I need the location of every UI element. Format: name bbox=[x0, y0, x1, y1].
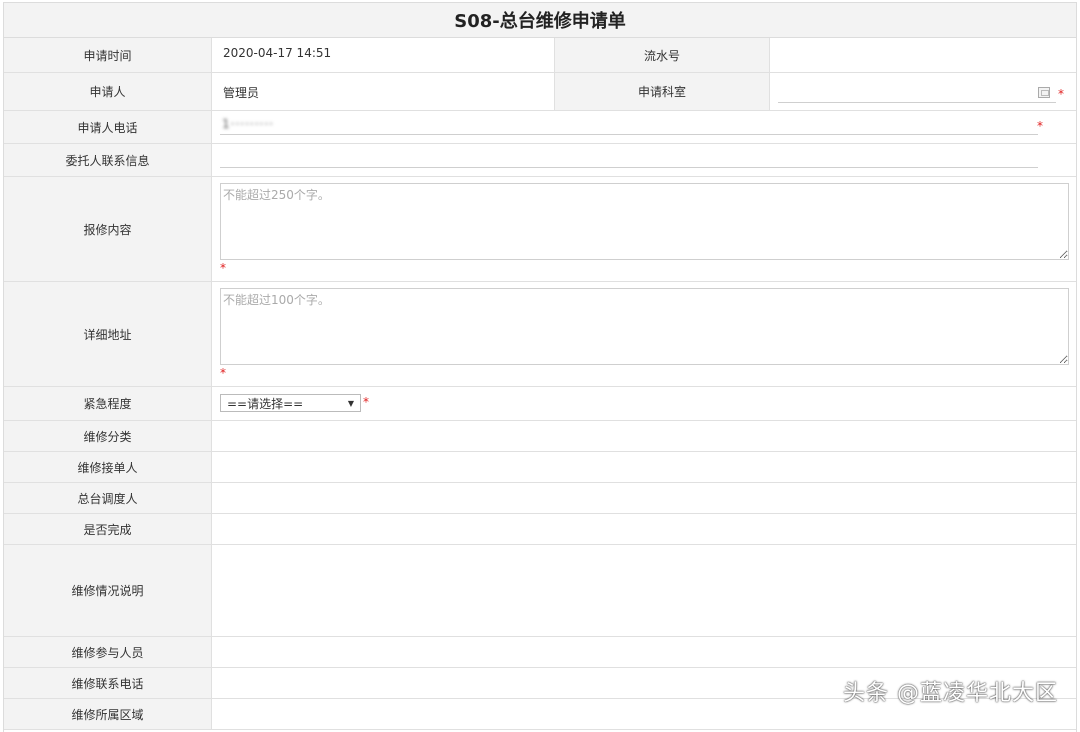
form-title: S08-总台维修申请单 bbox=[4, 3, 1076, 38]
row-repair-content: 报修内容 * bbox=[4, 177, 1076, 282]
applicant-cell: 管理员 bbox=[212, 73, 554, 110]
participants-label: 维修参与人员 bbox=[4, 637, 212, 667]
apply-time-value: 2020-04-17 14:51 bbox=[223, 46, 332, 60]
row-receiver: 维修接单人 bbox=[4, 452, 1076, 483]
participants-value bbox=[212, 637, 1076, 667]
row-applicant: 申请人 管理员 申请科室 * bbox=[4, 73, 1076, 111]
apply-dept-input[interactable] bbox=[778, 85, 1056, 103]
address-label: 详细地址 bbox=[4, 282, 212, 386]
urgency-label: 紧急程度 bbox=[4, 387, 212, 420]
apply-time-cell: 2020-04-17 14:51 bbox=[212, 38, 554, 72]
row-category: 维修分类 bbox=[4, 421, 1076, 452]
receiver-value bbox=[212, 452, 1076, 482]
delegate-info-label: 委托人联系信息 bbox=[4, 144, 212, 176]
required-mark: * bbox=[220, 366, 226, 380]
row-dispatcher: 总台调度人 bbox=[4, 483, 1076, 514]
delegate-info-input[interactable] bbox=[220, 150, 1038, 168]
dispatcher-value bbox=[212, 483, 1076, 513]
description-label: 维修情况说明 bbox=[4, 545, 212, 636]
row-urgency: 紧急程度 ==请选择== ▼ * bbox=[4, 387, 1076, 421]
required-mark: * bbox=[220, 261, 226, 275]
repair-content-cell: * bbox=[212, 177, 1076, 281]
applicant-phone-input[interactable]: 1········· bbox=[220, 117, 1038, 135]
urgency-selected: ==请选择== bbox=[227, 396, 304, 411]
category-label: 维修分类 bbox=[4, 421, 212, 451]
row-participants: 维修参与人员 bbox=[4, 637, 1076, 668]
row-apply-time: 申请时间 2020-04-17 14:51 流水号 bbox=[4, 38, 1076, 73]
applicant-phone-label: 申请人电话 bbox=[4, 111, 212, 143]
required-mark: * bbox=[1037, 119, 1043, 133]
completed-label: 是否完成 bbox=[4, 514, 212, 544]
receiver-label: 维修接单人 bbox=[4, 452, 212, 482]
address-textarea[interactable] bbox=[220, 288, 1069, 365]
row-applicant-phone: 申请人电话 1········· * bbox=[4, 111, 1076, 144]
delegate-info-cell bbox=[212, 144, 1076, 176]
serial-no-value bbox=[770, 38, 1076, 72]
row-completed: 是否完成 bbox=[4, 514, 1076, 545]
applicant-label: 申请人 bbox=[4, 73, 212, 110]
applicant-phone-value: 1········· bbox=[222, 117, 274, 131]
repair-content-textarea[interactable] bbox=[220, 183, 1069, 260]
repair-content-label: 报修内容 bbox=[4, 177, 212, 281]
applicant-phone-cell: 1········· * bbox=[212, 111, 1076, 143]
serial-no-label: 流水号 bbox=[554, 38, 770, 72]
row-delegate-info: 委托人联系信息 bbox=[4, 144, 1076, 177]
urgency-select[interactable]: ==请选择== ▼ bbox=[220, 394, 361, 412]
completed-value bbox=[212, 514, 1076, 544]
urgency-cell: ==请选择== ▼ * bbox=[212, 387, 1076, 420]
required-mark: * bbox=[1058, 87, 1064, 101]
dispatcher-label: 总台调度人 bbox=[4, 483, 212, 513]
watermark: 头条 @蓝凌华北大区 bbox=[843, 681, 1058, 706]
address-cell: * bbox=[212, 282, 1076, 386]
applicant-value: 管理员 bbox=[223, 86, 260, 100]
contact-phone-label: 维修联系电话 bbox=[4, 668, 212, 698]
repair-request-form: S08-总台维修申请单 申请时间 2020-04-17 14:51 流水号 申请… bbox=[3, 2, 1077, 732]
dept-picker-icon[interactable] bbox=[1038, 87, 1050, 98]
apply-dept-label: 申请科室 bbox=[554, 73, 770, 110]
row-address: 详细地址 * bbox=[4, 282, 1076, 387]
required-mark: * bbox=[363, 395, 369, 409]
category-value bbox=[212, 421, 1076, 451]
description-value bbox=[212, 545, 1076, 636]
chevron-down-icon: ▼ bbox=[347, 398, 354, 408]
apply-dept-cell: * bbox=[770, 73, 1076, 110]
row-description: 维修情况说明 bbox=[4, 545, 1076, 637]
apply-time-label: 申请时间 bbox=[4, 38, 212, 72]
